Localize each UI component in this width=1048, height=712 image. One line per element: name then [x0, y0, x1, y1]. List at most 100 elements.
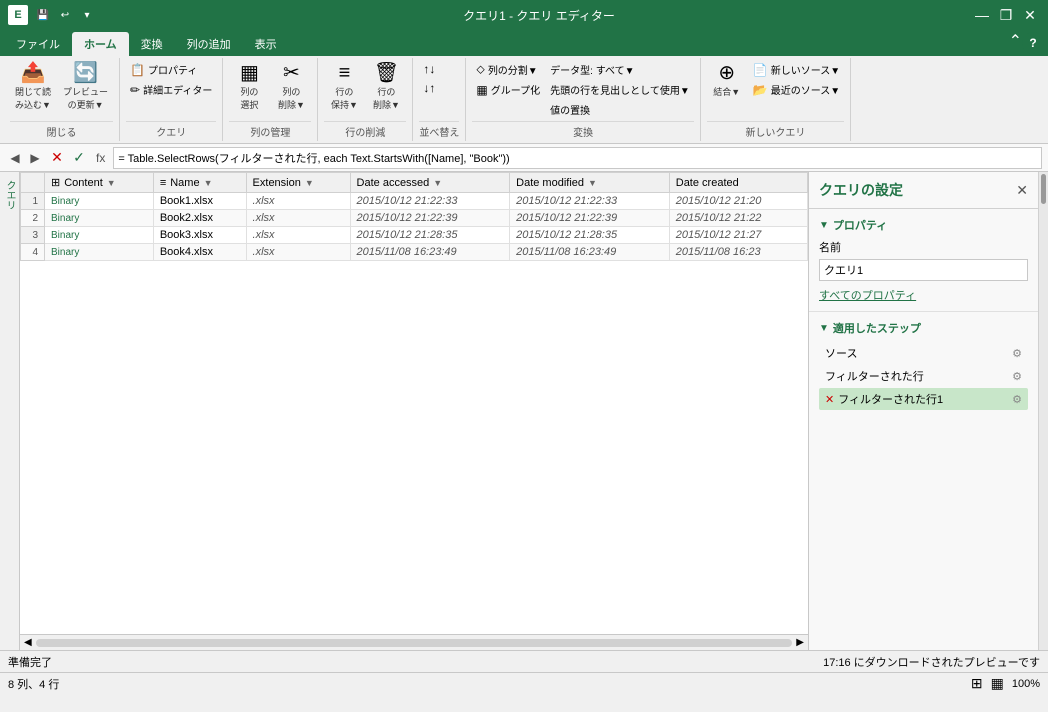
ready-text: 準備完了: [8, 654, 52, 670]
advanced-editor-btn[interactable]: ✏ 詳細エディター: [126, 80, 216, 99]
scroll-left-btn[interactable]: ◀: [24, 637, 32, 648]
undo-quick-btn[interactable]: ↩: [56, 6, 74, 24]
row-col-info: 8 列、4 行: [8, 676, 59, 692]
content-cell: Binary: [45, 244, 154, 261]
date-accessed-filter-icon[interactable]: ▼: [433, 178, 442, 188]
h-scrollbar[interactable]: [36, 639, 793, 647]
table-row[interactable]: 3 Binary Book3.xlsx .xlsx 2015/10/12 21:…: [21, 227, 808, 244]
date-modified-cell: 2015/10/12 21:22:39: [510, 210, 670, 227]
tab-file[interactable]: ファイル: [4, 32, 72, 56]
col-header-date-accessed[interactable]: Date accessed ▼: [350, 173, 510, 193]
step-item[interactable]: ✕ フィルターされた行1 ⚙: [819, 388, 1028, 410]
side-tab-query[interactable]: クエリ: [0, 172, 20, 218]
combine-icon: ⊕: [718, 63, 735, 83]
split-column-btn[interactable]: ⬦ 列の分割▼: [472, 60, 544, 79]
extension-cell: .xlsx: [246, 210, 350, 227]
name-type-icon: ≡: [160, 177, 166, 189]
content-filter-icon[interactable]: ▼: [107, 178, 116, 188]
ext-filter-icon[interactable]: ▼: [305, 178, 314, 188]
formula-cancel-btn[interactable]: ✕: [48, 149, 66, 167]
step-label: フィルターされた行1: [838, 391, 1012, 407]
replace-values-btn[interactable]: 値の置換: [546, 100, 694, 119]
data-type-btn[interactable]: データ型: すべて▼: [546, 60, 694, 79]
table-row[interactable]: 2 Binary Book2.xlsx .xlsx 2015/10/12 21:…: [21, 210, 808, 227]
close-load-btn[interactable]: 📤 閉じて読み込む▼: [10, 60, 56, 114]
recent-source-btn[interactable]: 📂 最近のソース▼: [749, 80, 844, 99]
formula-prev-btn[interactable]: ◀: [6, 149, 24, 167]
date-created-cell: 2015/10/12 21:22: [669, 210, 807, 227]
remove-columns-btn[interactable]: ✂ 列の削除▼: [271, 60, 311, 114]
name-label: 名前: [819, 239, 1028, 255]
col-header-date-modified[interactable]: Date modified ▼: [510, 173, 670, 193]
formula-input[interactable]: [113, 147, 1042, 169]
content-cell: Binary: [45, 210, 154, 227]
group-by-btn[interactable]: ▦ グループ化: [472, 80, 544, 99]
col-header-date-created[interactable]: Date created: [669, 173, 807, 193]
step-settings-icon[interactable]: ⚙: [1012, 393, 1022, 406]
select-columns-btn[interactable]: ▦ 列の選択: [229, 60, 269, 114]
formula-next-btn[interactable]: ▶: [26, 149, 44, 167]
query-group-label: クエリ: [126, 121, 216, 139]
table-row[interactable]: 1 Binary Book1.xlsx .xlsx 2015/10/12 21:…: [21, 193, 808, 210]
col-mgmt-group-label: 列の管理: [229, 121, 311, 139]
right-panel-close-btn[interactable]: ✕: [1016, 182, 1028, 199]
refresh-preview-btn[interactable]: 🔄 プレビューの更新▼: [58, 60, 113, 114]
step-error-icon: ✕: [825, 393, 834, 406]
row-number-header: [21, 173, 45, 193]
col-header-extension[interactable]: Extension ▼: [246, 173, 350, 193]
right-panel-scrollbar[interactable]: [1038, 172, 1048, 650]
step-settings-icon[interactable]: ⚙: [1012, 347, 1022, 360]
tab-transform[interactable]: 変換: [129, 32, 175, 56]
remove-rows-btn[interactable]: 🗑 行の削除▼: [366, 60, 406, 114]
properties-btn[interactable]: 📋 プロパティ: [126, 60, 216, 79]
step-item[interactable]: フィルターされた行 ⚙: [819, 365, 1028, 387]
date-created-cell: 2015/11/08 16:23: [669, 244, 807, 261]
date-modified-filter-icon[interactable]: ▼: [588, 178, 597, 188]
minimize-btn[interactable]: —: [972, 5, 992, 25]
ribbon-collapse-btn[interactable]: ⌃: [1009, 31, 1022, 51]
binary-link[interactable]: Binary: [51, 230, 79, 241]
table-row[interactable]: 4 Binary Book4.xlsx .xlsx 2015/11/08 16:…: [21, 244, 808, 261]
date-accessed-cell: 2015/10/12 21:28:35: [350, 227, 510, 244]
row-number-cell: 1: [21, 193, 45, 210]
sort-asc-btn[interactable]: ↑↓: [419, 60, 439, 78]
binary-link[interactable]: Binary: [51, 213, 79, 224]
step-settings-icon[interactable]: ⚙: [1012, 370, 1022, 383]
grid-view-icon[interactable]: ⊞: [971, 675, 983, 692]
steps-section-toggle[interactable]: ▼ 適用したステップ: [819, 320, 1028, 336]
binary-link[interactable]: Binary: [51, 196, 79, 207]
new-source-btn[interactable]: 📄 新しいソース▼: [749, 60, 844, 79]
help-btn[interactable]: ?: [1022, 32, 1044, 54]
steps-list: ソース ⚙ フィルターされた行 ⚙ ✕ フィルターされた行1 ⚙: [819, 342, 1028, 410]
col-header-name[interactable]: ≡ Name ▼: [153, 173, 246, 193]
name-filter-icon[interactable]: ▼: [204, 178, 213, 188]
quick-access-dropdown[interactable]: ▾: [78, 6, 96, 24]
close-btn[interactable]: ✕: [1020, 5, 1040, 25]
properties-icon: 📋: [130, 63, 145, 77]
row-col-status-bar: 8 列、4 行 ⊞ ▦ 100%: [0, 672, 1048, 694]
keep-rows-btn[interactable]: ≡ 行の保持▼: [324, 60, 364, 114]
use-first-row-btn[interactable]: 先頭の行を見出しとして使用▼: [546, 80, 694, 99]
table-view-icon[interactable]: ▦: [991, 675, 1004, 692]
step-item[interactable]: ソース ⚙: [819, 342, 1028, 364]
maximize-btn[interactable]: ❐: [996, 5, 1016, 25]
tab-view[interactable]: 表示: [243, 32, 289, 56]
quick-access-toolbar: 💾 ↩ ▾: [34, 6, 96, 24]
save-quick-btn[interactable]: 💾: [34, 6, 52, 24]
data-grid[interactable]: ⊞ Content ▼ ≡ Name ▼: [20, 172, 808, 634]
scroll-right-btn[interactable]: ▶: [796, 637, 804, 648]
combine-btn[interactable]: ⊕ 結合▼: [707, 60, 747, 101]
query-name-input[interactable]: [819, 259, 1028, 281]
props-arrow-icon: ▼: [819, 220, 829, 231]
all-properties-link[interactable]: すべてのプロパティ: [819, 290, 916, 302]
name-cell: Book1.xlsx: [153, 193, 246, 210]
formula-confirm-btn[interactable]: ✓: [70, 149, 88, 167]
tab-add-column[interactable]: 列の追加: [175, 32, 243, 56]
window-title: クエリ1 - クエリ エディター: [106, 7, 972, 24]
remove-rows-icon: 🗑: [374, 63, 399, 83]
tab-home[interactable]: ホーム: [72, 32, 129, 56]
col-header-content[interactable]: ⊞ Content ▼: [45, 173, 154, 193]
binary-link[interactable]: Binary: [51, 247, 79, 258]
sort-desc-btn[interactable]: ↓↑: [419, 79, 439, 97]
properties-section-toggle[interactable]: ▼ プロパティ: [819, 217, 1028, 233]
